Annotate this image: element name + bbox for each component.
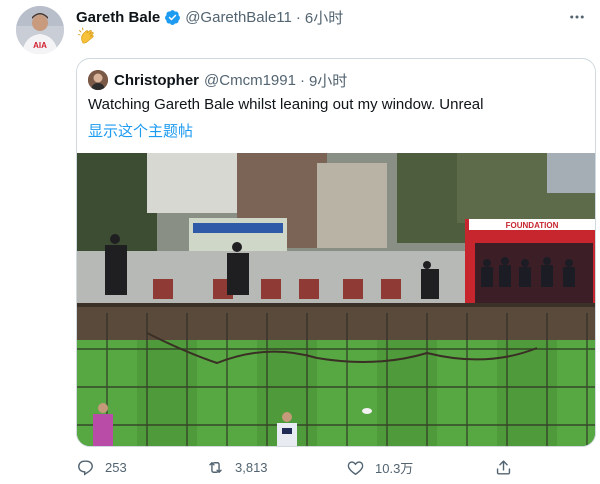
like-count: 10.3万 [375,460,414,476]
action-bar: 253 3,813 10.3万 [76,455,596,479]
quote-author-avatar[interactable] [88,70,108,90]
tweet-time[interactable]: 6小时 [305,7,343,28]
retweet-icon [209,461,222,473]
reply-button[interactable]: 253 [76,458,127,477]
quote-text: Watching Gareth Bale whilst leaning out … [88,96,484,113]
quote-separator: · [299,71,305,89]
quote-time[interactable]: 9小时 [309,70,347,91]
header-separator: · [295,8,301,26]
tweet: AIA Gareth Bale @GarethBale11 · 6小时 Chri… [0,0,600,484]
author-avatar[interactable]: AIA [16,6,64,54]
avatar-kit-text: AIA [33,41,47,50]
quote-media[interactable]: FOUNDATION [77,153,595,446]
like-icon [347,460,364,475]
retweet-button[interactable]: 3,813 [206,458,268,477]
quote-author-handle[interactable]: @Cmcm1991 [204,72,296,89]
quoted-tweet[interactable]: Christopher @Cmcm1991 · 9小时 Watching Gar… [76,58,596,447]
author-avatar-image: AIA [16,6,64,54]
media-image: FOUNDATION [77,153,595,446]
reply-count: 253 [105,459,127,475]
clapping-hands-emoji [78,27,94,44]
tweet-header: Gareth Bale @GarethBale11 · 6小时 [76,7,588,27]
share-icon [496,459,511,475]
like-button[interactable]: 10.3万 [346,458,413,477]
show-thread-link[interactable]: 显示这个主题帖 [88,120,193,141]
verified-badge-icon [165,9,181,25]
reply-icon [78,459,93,476]
retweet-count: 3,813 [235,459,268,475]
share-button[interactable] [494,458,523,477]
media-sign-text: FOUNDATION [506,221,559,230]
quote-author-name[interactable]: Christopher [114,72,199,89]
quote-header: Christopher @Cmcm1991 · 9小时 [114,70,347,90]
author-handle[interactable]: @GarethBale11 [185,9,292,26]
author-name[interactable]: Gareth Bale [76,9,160,26]
more-options-icon[interactable] [566,7,588,27]
